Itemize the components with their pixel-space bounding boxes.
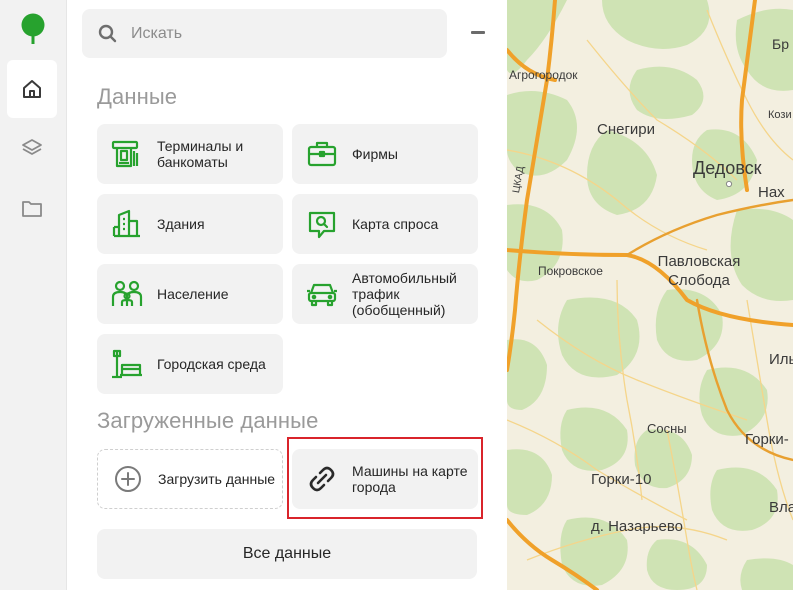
map-label-il: Иль: [769, 351, 793, 368]
card-label: Население: [157, 286, 229, 302]
map-label-br: Бр: [772, 36, 789, 52]
left-rail: [0, 0, 67, 590]
map-view[interactable]: Агрогородок Бр Снегири Дедовск Нах Кози …: [507, 0, 793, 590]
search-box[interactable]: [82, 9, 447, 58]
all-data-button[interactable]: Все данные: [97, 529, 477, 579]
atm-icon: [111, 140, 139, 168]
map-label-pokrovskoe: Покровское: [538, 264, 603, 278]
folder-icon: [22, 201, 42, 217]
search-bubble-icon: [308, 211, 336, 239]
map-label-nakh: Нах: [758, 184, 785, 201]
map-label-gorki-10: Горки-10: [591, 471, 652, 488]
card-population[interactable]: Население: [97, 264, 283, 324]
logo-icon[interactable]: [19, 13, 47, 45]
map-label-kozi: Кози: [768, 109, 792, 121]
upload-data-button[interactable]: Загрузить данные: [97, 449, 283, 509]
building-icon: [112, 209, 140, 238]
map-label-dedovsk: Дедовск: [693, 158, 762, 178]
data-panel: Данные Терминалы и банкоматы: [68, 0, 507, 590]
map-label-pavlovskaya-1: Павловская Слобода: [657, 253, 741, 289]
map-label-sosny: Сосны: [647, 421, 687, 436]
card-label: Загрузить данные: [158, 471, 276, 487]
search-input[interactable]: [131, 24, 411, 43]
car-icon: [307, 283, 337, 307]
card-label: Автомобильный трафик (обобщенный): [352, 270, 457, 318]
rail-layers-button[interactable]: [7, 119, 57, 177]
card-demand-map[interactable]: Карта спроса: [292, 194, 478, 254]
card-car-traffic[interactable]: Автомобильный трафик (обобщенный): [292, 264, 478, 324]
collapse-panel-button[interactable]: [471, 31, 485, 34]
map-label-agrogorodok: Агрогородок: [509, 68, 578, 82]
map-label-snegiri: Снегири: [597, 121, 656, 138]
rail-home-button[interactable]: [7, 60, 57, 118]
card-terminals[interactable]: Терминалы и банкоматы: [97, 124, 283, 184]
map-label-gorki: Горки-: [745, 431, 789, 448]
bench-lamp-icon: [112, 349, 142, 379]
card-label: Терминалы и банкоматы: [157, 138, 244, 170]
people-icon: [111, 280, 143, 306]
card-label: Карта спроса: [352, 216, 439, 232]
card-label: Здания: [157, 216, 205, 232]
selection-highlight: [287, 437, 483, 519]
briefcase-icon: [307, 141, 337, 167]
card-buildings[interactable]: Здания: [97, 194, 283, 254]
card-firms[interactable]: Фирмы: [292, 124, 478, 184]
card-urban-environment[interactable]: Городская среда: [97, 334, 283, 394]
section-title-data: Данные: [97, 84, 178, 109]
app-root: Данные Терминалы и банкоматы: [0, 0, 793, 590]
map-canvas: [507, 0, 793, 590]
card-label: Городская среда: [157, 356, 266, 372]
layers-icon: [22, 139, 42, 155]
card-label: Фирмы: [352, 146, 398, 162]
plus-circle-icon: [115, 466, 141, 492]
search-icon: [98, 24, 117, 43]
rail-folder-button[interactable]: [7, 179, 57, 237]
map-label-nazarevo: д. Назарьево: [591, 518, 683, 535]
home-icon: [23, 80, 41, 98]
section-title-uploaded: Загруженные данные: [97, 408, 319, 433]
map-label-vla: Вла: [769, 499, 793, 516]
